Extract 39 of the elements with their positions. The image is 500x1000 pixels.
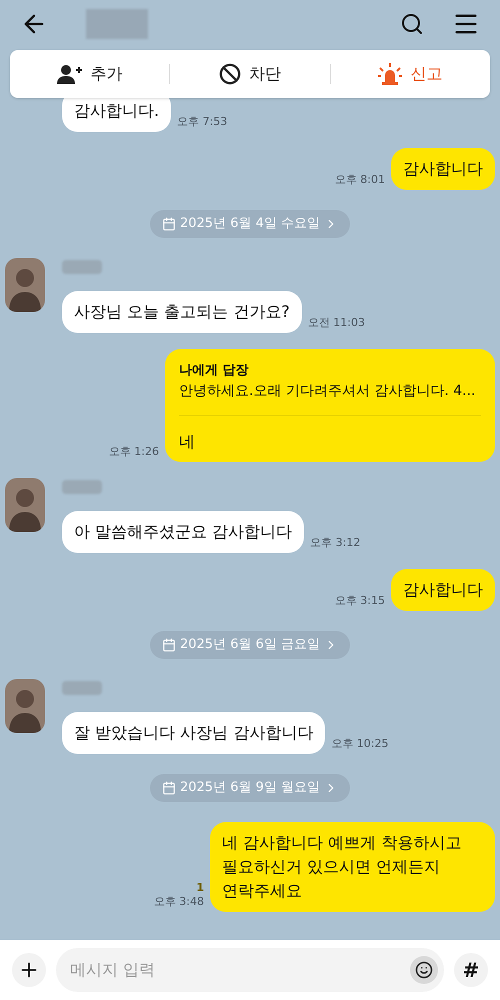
block-icon: [218, 63, 241, 85]
message-time: 오후 8:01: [334, 172, 385, 188]
message-time: 오후 1:26: [108, 444, 159, 460]
redacted-name: [86, 9, 148, 39]
message-time: 오후 3:15: [334, 592, 385, 608]
calendar-icon: [162, 217, 176, 231]
search-icon[interactable]: [400, 12, 424, 36]
received-bubble: 아 말씀해주셨군요 감사합니다: [62, 511, 304, 553]
message-time: 오전 11:03: [308, 314, 365, 330]
date-text: 2025년 6월 6일 금요일: [180, 636, 320, 654]
message-text: 네: [179, 431, 196, 453]
message-time: 오후 7:53: [177, 114, 228, 130]
received-bubble: 사장님 오늘 출고되는 건가요?: [62, 291, 302, 333]
message-time: 오후 10:25: [331, 736, 388, 752]
redacted-name: [62, 681, 102, 695]
emoji-icon[interactable]: [410, 956, 438, 984]
quoted-text: 안녕하세요.오래 기다려주셔서 감사합니다. 4...: [179, 382, 477, 401]
date-text: 2025년 6월 4일 수요일: [180, 215, 320, 234]
add-friend-icon: [56, 64, 83, 84]
unread-count: 1: [196, 882, 204, 894]
siren-icon: [378, 63, 402, 85]
sent-bubble: 감사합니다: [391, 148, 495, 190]
input-pill[interactable]: 메시지 입력: [56, 948, 444, 992]
attach-button[interactable]: [12, 953, 46, 987]
redacted-name: [62, 260, 102, 274]
hashtag-button[interactable]: #: [454, 953, 488, 987]
message-input[interactable]: 메시지 입력: [70, 958, 410, 982]
received-bubble: 잘 받았습니다 사장님 감사합니다: [62, 712, 326, 754]
reply-title: 나에게 답장: [179, 362, 250, 380]
report-button[interactable]: 신고: [330, 50, 490, 98]
sent-bubble: 감사합니다: [391, 569, 495, 611]
block-button[interactable]: 차단: [170, 50, 330, 98]
date-text: 2025년 6월 9일 월요일: [180, 779, 320, 798]
message-time: 오후 3:48: [154, 894, 204, 910]
calendar-icon: [162, 638, 176, 652]
calendar-icon: [162, 781, 176, 795]
message-time: 오후 3:12: [310, 534, 360, 550]
redacted-name: [62, 480, 102, 494]
sent-bubble: 네 감사합니다 예쁘게 착용하시고 필요하신거 있으시면 언제든지 연락주세요: [210, 822, 495, 912]
